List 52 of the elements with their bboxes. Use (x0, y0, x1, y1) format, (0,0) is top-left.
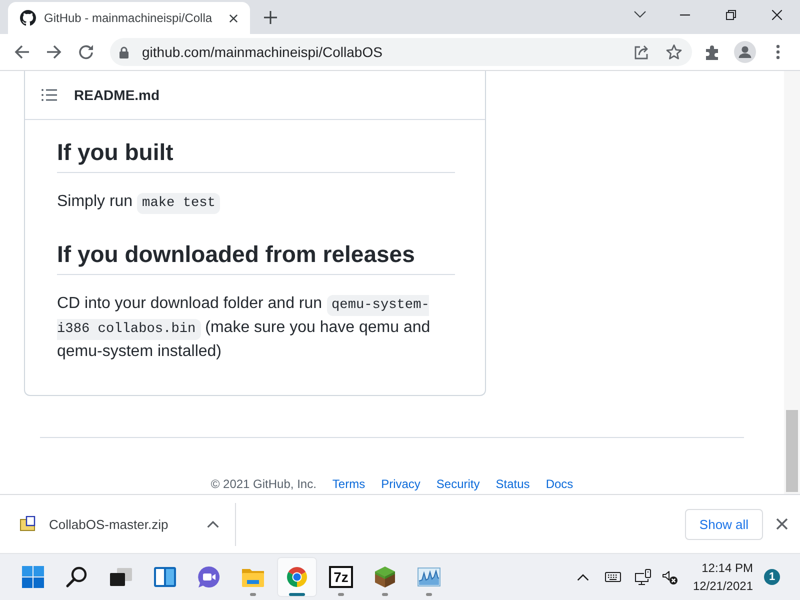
windows-logo-icon (21, 565, 45, 589)
minimize-icon[interactable] (680, 14, 690, 16)
browser-icon (285, 565, 309, 589)
close-icon[interactable] (772, 10, 782, 20)
list-icon[interactable] (41, 87, 57, 103)
address-bar[interactable]: github.com/mainmachineispi/CollabOS (110, 38, 692, 66)
paragraph: CD into your download folder and run qemu-system-i386 collabos.bin (make sure you have qemu and qemu-system installed) (57, 294, 432, 362)
notification-badge[interactable]: 1 (764, 569, 780, 585)
chart-window-icon (417, 565, 441, 589)
restore-icon[interactable] (726, 10, 736, 20)
lock-icon[interactable] (119, 46, 129, 58)
footer-link[interactable]: Status (496, 476, 530, 492)
widgets-icon (153, 565, 177, 589)
archiver-logo: 7z (328, 566, 354, 588)
back-icon[interactable] (14, 44, 30, 60)
download-file-name[interactable]: CollabOS-master.zip (49, 516, 168, 532)
chevron-down-icon[interactable] (634, 11, 646, 18)
favicon-icon (20, 10, 36, 26)
taskbar-button[interactable]: 7z (321, 557, 361, 597)
copyright-text: © 2021 GitHub, Inc. (210, 476, 316, 492)
section-heading: If you downloaded from releases (57, 240, 455, 275)
bookmark-star-icon[interactable] (666, 44, 682, 60)
scrollbar-thumb[interactable] (786, 410, 798, 492)
profile-avatar-icon[interactable] (734, 41, 756, 63)
footer-link[interactable]: Security (436, 476, 480, 492)
caret-up-icon[interactable] (576, 574, 589, 580)
grass-block-icon (373, 565, 397, 589)
footer-link[interactable]: Docs (546, 476, 574, 492)
paragraph: Simply run make test (57, 190, 455, 214)
footer-link[interactable]: Terms (332, 476, 366, 492)
speaker-muted-icon[interactable] (662, 569, 678, 585)
section-heading: If you built (57, 138, 455, 173)
show-all-button[interactable]: Show all (685, 508, 763, 540)
more-menu-icon[interactable] (776, 44, 780, 60)
puzzle-icon[interactable] (705, 44, 721, 60)
browser-tab[interactable]: GitHub - mainmachineispi/Colla (8, 2, 250, 34)
reload-icon[interactable] (78, 44, 94, 60)
file-name: README.md (74, 87, 160, 103)
network-monitor-icon[interactable] (634, 569, 651, 585)
forward-icon[interactable] (46, 44, 62, 60)
task-view-icon (109, 565, 133, 589)
footer-link[interactable]: Privacy (381, 476, 420, 492)
share-icon[interactable] (634, 44, 650, 60)
search-icon (65, 565, 89, 589)
close-tab-icon[interactable] (229, 14, 238, 22)
close-icon[interactable] (776, 518, 788, 530)
video-chat-icon (197, 565, 221, 589)
caret-up-icon[interactable] (207, 520, 219, 528)
archive-file-icon (20, 516, 36, 532)
keyboard-icon[interactable] (604, 571, 621, 583)
clock-button[interactable]: 12:14 PM 12/21/2021 (692, 559, 753, 595)
new-tab-icon[interactable] (264, 10, 277, 24)
